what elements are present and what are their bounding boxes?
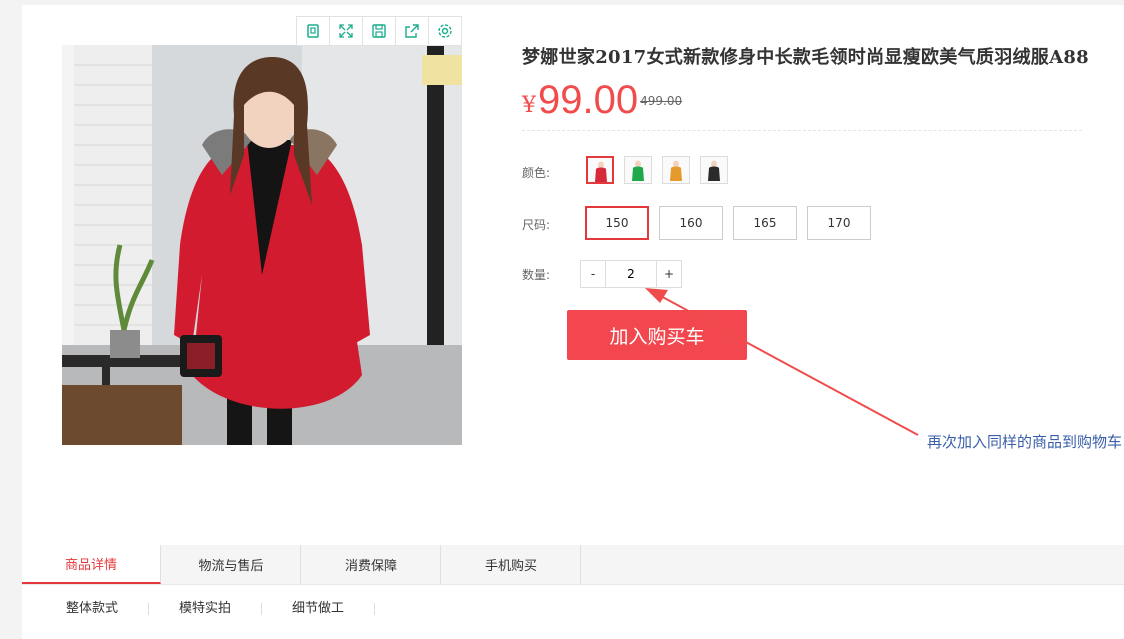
tab-consumer-protection[interactable]: 消费保障 bbox=[302, 545, 441, 584]
detail-subnav: 整体款式 模特实拍 细节做工 bbox=[22, 598, 376, 620]
detail-tabs: 商品详情 物流与售后 消费保障 手机购买 bbox=[22, 545, 1124, 585]
annotation-arrow bbox=[645, 288, 919, 436]
subnav-item-craftsmanship[interactable]: 细节做工 bbox=[262, 602, 376, 615]
tab-logistics[interactable]: 物流与售后 bbox=[162, 545, 301, 584]
tab-product-details[interactable]: 商品详情 bbox=[22, 545, 161, 584]
annotation-text: 再次加入同样的商品到购物车 bbox=[927, 433, 1123, 451]
subnav-item-overall-style[interactable]: 整体款式 bbox=[22, 602, 150, 615]
subnav-item-model-photos[interactable]: 模特实拍 bbox=[149, 602, 263, 615]
tab-mobile-purchase[interactable]: 手机购买 bbox=[442, 545, 581, 584]
